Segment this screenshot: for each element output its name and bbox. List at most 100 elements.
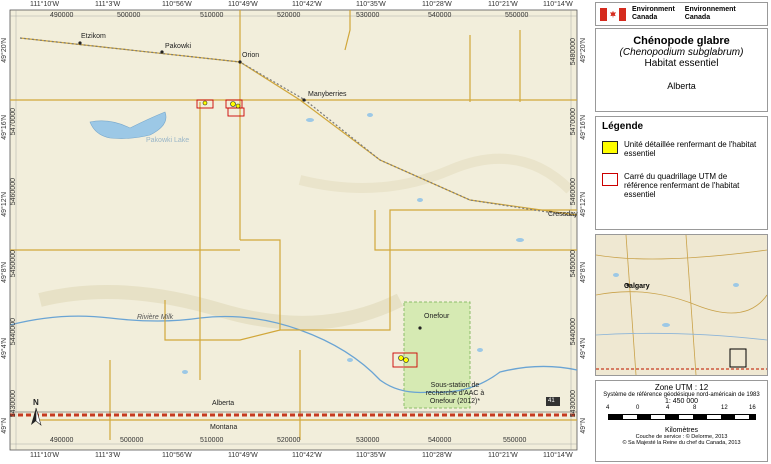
bottom-lon-tick: 110°28'W xyxy=(422,452,452,459)
inset-svg xyxy=(596,235,767,375)
bottom-utm-tick: 500000 xyxy=(120,437,144,444)
scale-tick: 0 xyxy=(636,405,640,411)
canada-flag-icon xyxy=(600,7,626,21)
common-name: Chénopode glabre xyxy=(633,35,730,47)
right-lat-tick: 49°20'N xyxy=(580,38,587,63)
habitat-unit xyxy=(403,357,409,363)
top-lon-tick: 110°49'W xyxy=(228,1,258,8)
left-lat-tick: 49°N xyxy=(1,418,8,434)
label-pakowki-lake: Pakowki Lake xyxy=(146,137,190,144)
habitat-unit xyxy=(202,100,208,106)
left-utm-tick: 5430000 xyxy=(10,390,17,418)
label-etzikom: Etzikom xyxy=(81,33,106,40)
right-utm-tick: 5440000 xyxy=(570,318,577,346)
left-utm-tick: 5440000 xyxy=(10,318,17,346)
legend-item-utm: Carré du quadrillage UTM de référence re… xyxy=(602,172,761,199)
bottom-lon-tick: 110°42'W xyxy=(292,452,322,459)
label-pakowki: Pakowki xyxy=(165,43,192,50)
label-orion: Orion xyxy=(242,52,260,59)
label-onefour: Onefour xyxy=(424,313,450,320)
scale-tick: 4 xyxy=(606,405,610,411)
label-alberta: Alberta xyxy=(212,400,235,407)
scale-unit: Kilomètres xyxy=(664,427,699,434)
map-svg xyxy=(0,0,590,464)
latin-name: (Chenopodium subglabrum) xyxy=(619,47,744,58)
agency-en-line2: Canada xyxy=(632,14,658,21)
utm-zone: Zone UTM : 12 xyxy=(654,383,709,392)
scale-tick: 12 xyxy=(721,405,728,411)
legend-heading: Légende xyxy=(602,121,644,132)
left-utm-tick: 5460000 xyxy=(10,178,17,206)
right-lat-tick: 49°12'N xyxy=(580,192,587,217)
habitat-unit xyxy=(235,103,241,109)
left-utm-tick: 5450000 xyxy=(10,250,17,278)
right-utm-tick: 5430000 xyxy=(570,390,577,418)
top-lon-tick: 110°42'W xyxy=(292,1,322,8)
top-utm-tick: 490000 xyxy=(50,12,74,19)
left-utm-tick: 5470000 xyxy=(10,108,17,136)
right-lat-tick: 49°16'N xyxy=(580,115,587,140)
label-montana: Montana xyxy=(210,424,238,431)
bottom-lon-tick: 110°14'W xyxy=(543,452,573,459)
label-sous-station: Sous-station de recherche d'AAC à Onefou… xyxy=(425,382,485,405)
map-frame: Etzikom Pakowki Orion Manyberries Pakowk… xyxy=(0,0,590,464)
bottom-utm-tick: 550000 xyxy=(503,437,527,444)
top-utm-tick: 540000 xyxy=(428,12,452,19)
inset-label-calgary: Calgary xyxy=(624,283,650,290)
right-lat-tick: 49°N xyxy=(580,418,587,434)
inset-map: Calgary xyxy=(595,234,768,376)
top-lon-tick: 110°28'W xyxy=(422,1,452,8)
legend-label: Unité détaillée renfermant de l'habitat … xyxy=(624,140,757,158)
credits-2: © Sa Majesté la Reine du chef du Canada,… xyxy=(622,440,741,446)
bottom-lon-tick: 110°21'W xyxy=(488,452,518,459)
top-utm-tick: 520000 xyxy=(277,12,301,19)
habitat-unit xyxy=(230,101,236,107)
left-lat-tick: 49°20'N xyxy=(1,38,8,63)
label-riviere-milk: Rivière Milk xyxy=(137,314,174,321)
agency-fr-line1: Environnement xyxy=(684,6,736,13)
top-lon-tick: 110°21'W xyxy=(488,1,518,8)
scale-tick: 4 xyxy=(666,405,670,411)
bottom-lon-tick: 110°49'W xyxy=(228,452,258,459)
bottom-lon-tick: 110°35'W xyxy=(356,452,386,459)
label-cressday: Cressday xyxy=(548,211,578,218)
top-utm-tick: 550000 xyxy=(505,12,529,19)
bottom-utm-tick: 530000 xyxy=(356,437,380,444)
left-lat-tick: 49°8'N xyxy=(1,262,8,283)
scale-bar: 4 0 4 8 12 16 xyxy=(596,405,767,427)
right-lat-tick: 49°8'N xyxy=(580,262,587,283)
top-utm-tick: 530000 xyxy=(356,12,380,19)
province: Alberta xyxy=(667,81,696,91)
legend-panel: Légende Unité détaillée renfermant de l'… xyxy=(595,116,768,230)
top-lon-tick: 110°14'W xyxy=(543,1,573,8)
bottom-lon-tick: 110°56'W xyxy=(162,452,192,459)
left-lat-tick: 49°4'N xyxy=(1,338,8,359)
north-label: N xyxy=(33,398,39,407)
bottom-utm-tick: 510000 xyxy=(200,437,224,444)
label-manyberries: Manyberries xyxy=(308,91,347,98)
habitat-swatch xyxy=(602,141,618,154)
top-lon-tick: 110°56'W xyxy=(162,1,192,8)
bottom-lon-tick: 111°3'W xyxy=(95,452,121,459)
top-lon-tick: 111°3'W xyxy=(95,1,121,8)
agency-en: Environment Canada xyxy=(632,6,675,22)
bottom-utm-tick: 520000 xyxy=(277,437,301,444)
agency-en-line1: Environment xyxy=(632,6,675,13)
legend-item-habitat: Unité détaillée renfermant de l'habitat … xyxy=(602,140,761,158)
subtitle: Habitat essentiel xyxy=(644,58,719,69)
scale-panel: Zone UTM : 12 Système de référence géodé… xyxy=(595,380,768,462)
agency-header: Environment Canada Environnement Canada xyxy=(595,2,768,26)
left-lat-tick: 49°12'N xyxy=(1,192,8,217)
top-utm-tick: 500000 xyxy=(117,12,141,19)
label-hwy: 41 xyxy=(548,398,555,404)
habitat-unit xyxy=(398,355,404,361)
bottom-lon-tick: 111°10'W xyxy=(30,452,60,459)
top-utm-tick: 510000 xyxy=(200,12,224,19)
top-lon-tick: 110°35'W xyxy=(356,1,386,8)
legend-label: Carré du quadrillage UTM de référence re… xyxy=(624,172,740,199)
right-utm-tick: 5460000 xyxy=(570,178,577,206)
scale-bar-graphic xyxy=(608,414,756,420)
right-utm-tick: 5470000 xyxy=(570,108,577,136)
agency-fr-line2: Canada xyxy=(684,14,711,21)
bottom-utm-tick: 490000 xyxy=(50,437,74,444)
